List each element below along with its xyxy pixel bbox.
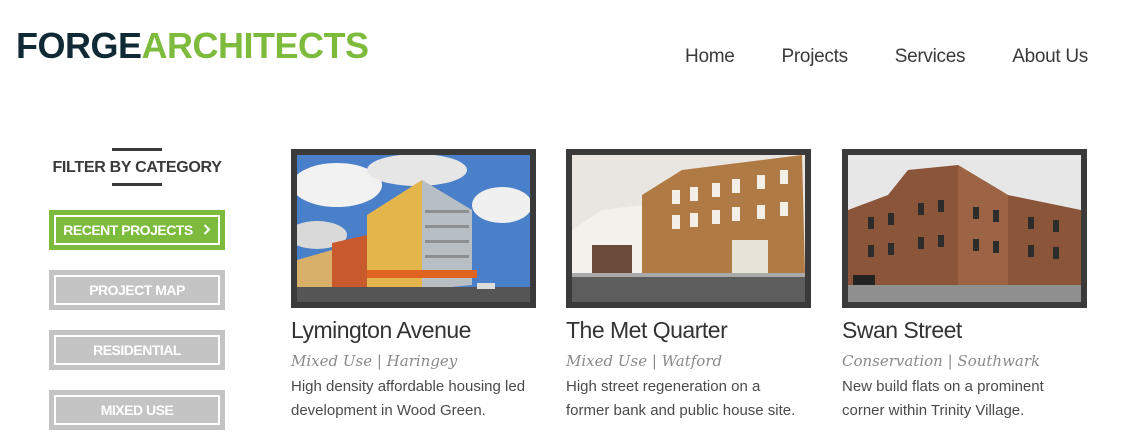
- filter-recent-projects-button[interactable]: RECENT PROJECTS: [49, 210, 225, 250]
- project-meta: Mixed Use | Haringey: [291, 352, 458, 370]
- button-inner: MIXED USE: [54, 395, 220, 425]
- project-title[interactable]: Swan Street: [842, 317, 1087, 344]
- button-label: PROJECT MAP: [89, 282, 185, 298]
- project-title[interactable]: Lymington Avenue: [291, 317, 536, 344]
- description-line: New build flats on a prominent: [842, 378, 1044, 395]
- nav-services[interactable]: Services: [895, 46, 966, 68]
- nav-about-us[interactable]: About Us: [1012, 46, 1088, 68]
- description-line: corner within Trinity Village.: [842, 402, 1025, 419]
- button-label: MIXED USE: [100, 402, 174, 418]
- main-nav: Home Projects Services About Us: [685, 46, 1088, 68]
- description-line: development in Wood Green.: [291, 402, 486, 419]
- logo-forge: FORGE: [16, 25, 142, 66]
- filter-project-map-button[interactable]: PROJECT MAP: [49, 270, 225, 310]
- category-filter: FILTER BY CATEGORY RECENT PROJECTS PROJE…: [49, 148, 225, 430]
- project-card[interactable]: Swan Street Conservation | Southwark New…: [842, 149, 1087, 423]
- project-image: [572, 155, 805, 302]
- filter-mixed-use-button[interactable]: MIXED USE: [49, 390, 225, 430]
- project-thumbnail[interactable]: [842, 149, 1087, 308]
- project-image: [297, 155, 530, 302]
- button-inner: PROJECT MAP: [54, 275, 220, 305]
- heading-rule-top: [112, 148, 162, 151]
- chevron-right-icon: [203, 222, 211, 238]
- project-card[interactable]: Lymington Avenue Mixed Use | Haringey Hi…: [291, 149, 536, 423]
- heading-rule-bottom: [112, 183, 162, 186]
- project-description: High density affordable housing led deve…: [291, 375, 536, 423]
- description-line: High street regeneration on a: [566, 378, 761, 395]
- description-line: former bank and public house site.: [566, 402, 796, 419]
- filter-residential-button[interactable]: RESIDENTIAL: [49, 330, 225, 370]
- project-description: High street regeneration on a former ban…: [566, 375, 811, 423]
- project-description: New build flats on a prominent corner wi…: [842, 375, 1087, 423]
- filter-heading: FILTER BY CATEGORY: [49, 148, 225, 186]
- site-logo[interactable]: FORGEARCHITECTS: [16, 26, 369, 66]
- nav-home[interactable]: Home: [685, 46, 735, 68]
- project-thumbnail[interactable]: [291, 149, 536, 308]
- button-inner: RESIDENTIAL: [54, 335, 220, 365]
- button-inner: RECENT PROJECTS: [54, 215, 220, 245]
- button-label: RECENT PROJECTS: [63, 222, 193, 238]
- project-image: [848, 155, 1081, 302]
- filter-title: FILTER BY CATEGORY: [52, 159, 222, 176]
- nav-projects[interactable]: Projects: [782, 46, 849, 68]
- project-meta: Conservation | Southwark: [842, 352, 1041, 370]
- logo-architects: ARCHITECTS: [141, 25, 370, 66]
- project-title[interactable]: The Met Quarter: [566, 317, 811, 344]
- project-meta: Mixed Use | Watford: [566, 352, 723, 370]
- description-line: High density affordable housing led: [291, 378, 526, 395]
- project-thumbnail[interactable]: [566, 149, 811, 308]
- button-label: RESIDENTIAL: [93, 342, 181, 358]
- project-card[interactable]: The Met Quarter Mixed Use | Watford High…: [566, 149, 811, 423]
